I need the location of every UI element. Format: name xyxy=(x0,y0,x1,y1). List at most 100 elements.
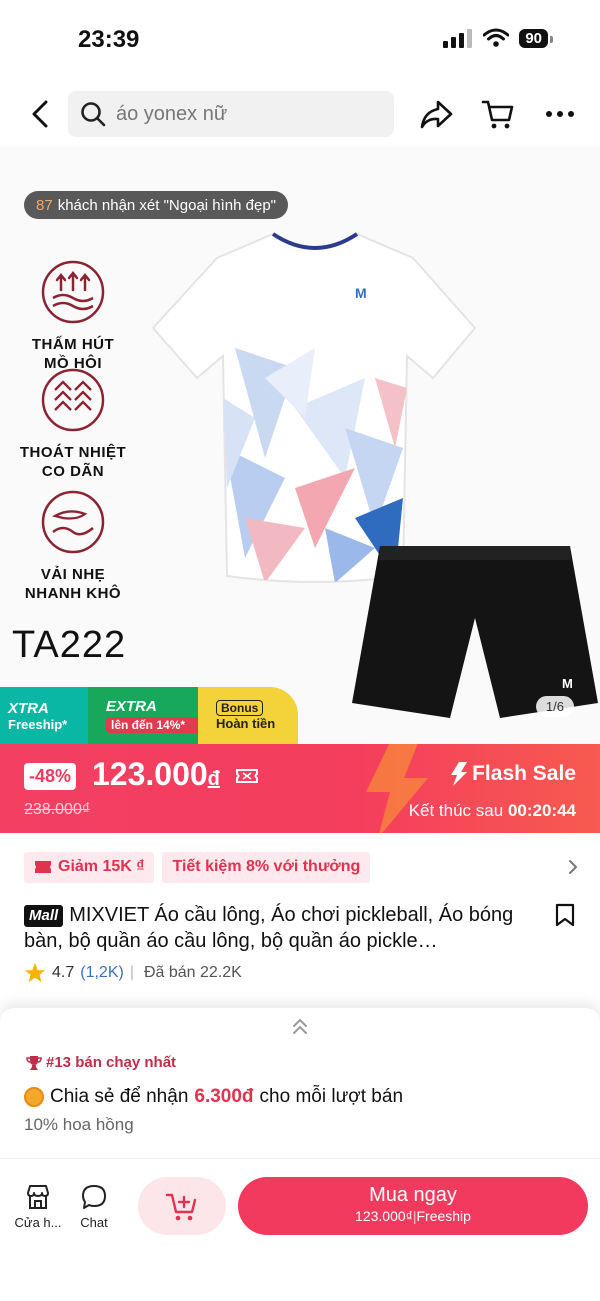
chat-icon xyxy=(82,1185,106,1209)
promo-xtra-freeship[interactable]: XTRA Freeship* xyxy=(0,687,96,744)
svg-text:M: M xyxy=(355,285,367,301)
feature-2-line1: THOÁT NHIỆT xyxy=(19,444,127,461)
countdown-value: 00:20:44 xyxy=(507,801,576,820)
coupon-icon xyxy=(35,861,51,873)
sale-price-value: 123.000 xyxy=(92,756,208,792)
commission-rate: 10% hoa hồng xyxy=(24,1115,134,1134)
search-input[interactable]: áo yonex nữ xyxy=(68,91,394,137)
sweat-absorb-icon xyxy=(41,260,105,324)
search-query: áo yonex nữ xyxy=(116,102,228,125)
flash-sale-countdown: Kết thúc sau 00:20:44 xyxy=(409,801,576,821)
battery-indicator: 90 xyxy=(519,28,553,48)
promo-xtra-label: XTRA xyxy=(8,699,49,717)
feature-3-line1: VẢI NHẸ xyxy=(40,566,106,583)
trophy-icon xyxy=(26,1055,42,1070)
status-time: 23:39 xyxy=(78,26,140,53)
coupon-savings-text: Tiết kiệm 8% với thưởng xyxy=(172,858,361,875)
bestseller-text: #13 bán chạy nhất xyxy=(46,1054,177,1071)
image-counter: 1/6 xyxy=(535,696,574,717)
star-icon xyxy=(24,962,46,983)
promo-strip[interactable]: XTRA Freeship* EXTRA lên đến 14%* Bonus … xyxy=(0,687,298,744)
coupon-chip-savings[interactable]: Tiết kiệm 8% với thưởng xyxy=(162,851,371,883)
promo-extra-label: EXTRA xyxy=(106,698,157,715)
rating-row[interactable]: 4.7 (1,2K) | Đã bán 22.2K xyxy=(24,962,242,984)
buy-now-freeship: Freeship xyxy=(416,1208,471,1224)
review-count-link[interactable]: (1,2K) xyxy=(80,964,124,982)
promo-extra[interactable]: EXTRA lên đến 14%* xyxy=(88,687,206,744)
product-title-text: MIXVIET Áo cầu lông, Áo chơi pickleball,… xyxy=(24,904,514,952)
shop-button[interactable]: Cửa h... xyxy=(8,1183,68,1230)
original-price: 238.000₫ xyxy=(24,801,91,818)
promo-freeship-label: Freeship* xyxy=(8,716,68,732)
sale-price-currency: đ xyxy=(207,768,220,790)
model-code: TA222 xyxy=(12,624,127,666)
countdown-prefix: Kết thúc sau xyxy=(408,801,504,820)
chevron-right-icon[interactable] xyxy=(566,858,580,876)
add-to-cart-button[interactable] xyxy=(138,1177,226,1235)
bottom-action-bar: Cửa h... Chat Mua ngay 123.000₫|Freeship xyxy=(0,1158,600,1301)
buy-now-label: Mua ngay xyxy=(369,1184,457,1206)
buy-now-price: 123.000₫ xyxy=(355,1208,413,1224)
rating-divider: | xyxy=(129,964,134,981)
promo-cashback-label: Hoàn tiền xyxy=(216,716,276,731)
product-title: Mall MIXVIET Áo cầu lông, Áo chơi pickleb… xyxy=(24,902,534,954)
search-icon xyxy=(81,102,106,127)
shop-icon xyxy=(27,1185,49,1209)
back-arrow-icon[interactable] xyxy=(24,96,60,132)
signal-icon xyxy=(443,29,473,48)
share-suffix: cho mỗi lượt bán xyxy=(259,1086,404,1107)
svg-text:M: M xyxy=(562,676,573,691)
lightning-icon xyxy=(451,762,468,786)
share-amount: 6.300đ xyxy=(194,1086,254,1107)
shop-label: Cửa h... xyxy=(14,1215,62,1230)
sold-count: Đã bán 22.2K xyxy=(143,964,242,981)
bestseller-rank[interactable]: #13 bán chạy nhất xyxy=(26,1054,176,1071)
promo-bonus-label: Bonus xyxy=(216,700,264,716)
affiliate-sheet[interactable]: #13 bán chạy nhất Chia sẻ để nhận 6.300đ… xyxy=(0,1008,600,1158)
cart-plus-icon xyxy=(165,1193,197,1221)
coin-icon xyxy=(24,1087,44,1107)
feature-1-line1: THẤM HÚT xyxy=(31,336,115,353)
status-icons: 90 xyxy=(443,28,553,48)
double-chevron-up-icon[interactable] xyxy=(288,1014,312,1038)
flash-sale-text: Flash Sale xyxy=(472,762,576,785)
sale-price: 123.000đ xyxy=(92,756,259,793)
cart-icon[interactable] xyxy=(480,96,516,132)
feature-sweat-absorb: THẤM HÚT MỒ HÔI xyxy=(10,260,136,373)
bookmark-icon[interactable] xyxy=(554,903,576,927)
feature-2-line2: CO DÃN xyxy=(41,463,105,480)
more-icon[interactable] xyxy=(542,96,578,132)
mall-badge: Mall xyxy=(24,905,64,927)
share-prefix: Chia sẻ để nhận xyxy=(50,1086,189,1107)
top-nav: áo yonex nữ xyxy=(0,86,600,142)
promo-bonus-cashback[interactable]: Bonus Hoàn tiền xyxy=(198,687,298,744)
buy-now-button[interactable]: Mua ngay 123.000₫|Freeship xyxy=(238,1177,588,1235)
light-fabric-icon xyxy=(41,490,105,554)
coupon-row[interactable]: Giảm 15K ₫ Tiết kiệm 8% với thưởng xyxy=(24,851,580,883)
product-shirt-image: M xyxy=(151,232,477,583)
coupon-discount-text: Giảm 15K ₫ xyxy=(58,858,145,875)
rating-value: 4.7 xyxy=(52,964,75,981)
heat-release-icon xyxy=(41,368,105,432)
status-bar: 23:39 90 xyxy=(0,0,600,80)
review-count: 87 xyxy=(36,196,53,214)
feature-heat-release: THOÁT NHIỆT CO DÃN xyxy=(10,368,136,481)
chat-label: Chat xyxy=(80,1215,108,1230)
review-highlight-pill[interactable]: 87 khách nhận xét "Ngoại hình đẹp" xyxy=(24,191,288,219)
wifi-icon xyxy=(483,28,510,47)
chat-button[interactable]: Chat xyxy=(64,1183,124,1230)
buy-now-sub: 123.000₫|Freeship xyxy=(238,1208,588,1224)
buy-now-divider: | xyxy=(412,1208,417,1224)
feature-light-fabric: VẢI NHẸ NHANH KHÔ xyxy=(10,490,136,603)
review-text: khách nhận xét "Ngoại hình đẹp" xyxy=(57,196,276,214)
flash-sale-banner[interactable]: -48% 123.000đ 238.000₫ Flash Sale Kết th… xyxy=(0,744,600,833)
flash-sale-label: Flash Sale xyxy=(450,762,576,786)
share-icon[interactable] xyxy=(418,96,454,132)
coupon-chip-discount[interactable]: Giảm 15K ₫ xyxy=(24,851,155,883)
product-image-carousel[interactable]: M M 87 khách nhận xét "Ngoại hình đẹp" T… xyxy=(0,146,600,744)
share-earn-row[interactable]: Chia sẻ để nhận 6.300đ cho mỗi lượt bán xyxy=(24,1086,403,1108)
voucher-icon[interactable] xyxy=(235,766,259,786)
discount-badge: -48% xyxy=(24,763,77,790)
promo-extra-tag: lên đến 14%* xyxy=(106,717,206,733)
feature-3-line2: NHANH KHÔ xyxy=(24,585,122,602)
